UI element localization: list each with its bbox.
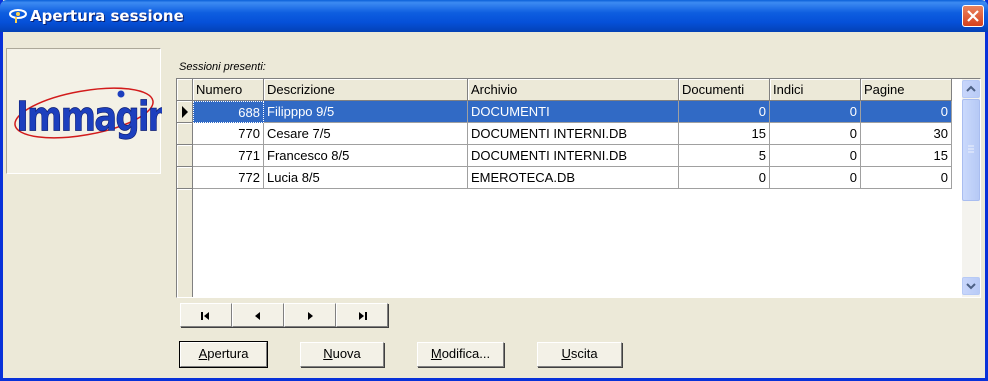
close-button[interactable]	[962, 5, 984, 27]
cell-archivio[interactable]: DOCUMENTI	[468, 101, 679, 123]
uscita-label: scita	[570, 346, 598, 361]
cell-indici[interactable]: 0	[770, 145, 861, 167]
logo-text: Immagina	[16, 92, 162, 140]
app-icon	[8, 8, 28, 24]
cell-documenti[interactable]: 0	[679, 101, 770, 123]
cell-numero[interactable]: 772	[193, 167, 264, 189]
cell-documenti[interactable]: 15	[679, 123, 770, 145]
cell-pagine[interactable]: 0	[861, 101, 952, 123]
modifica-label: odifica...	[441, 346, 491, 361]
cell-numero[interactable]: 770	[193, 123, 264, 145]
column-header-pagine[interactable]: Pagine	[861, 79, 952, 101]
column-header-archivio[interactable]: Archivio	[468, 79, 679, 101]
logo-panel: Immagina	[6, 48, 162, 174]
cell-descrizione[interactable]: Cesare 7/5	[264, 123, 468, 145]
chevron-down-icon	[963, 282, 979, 297]
cell-numero[interactable]: 688	[193, 101, 264, 123]
vertical-scrollbar[interactable]	[962, 79, 980, 297]
nuova-button[interactable]: Nuova	[300, 342, 384, 367]
cell-indici[interactable]: 0	[770, 167, 861, 189]
column-header-numero[interactable]: Numero	[193, 79, 264, 101]
immagina-logo: Immagina	[14, 87, 162, 140]
cell-descrizione[interactable]: Filipppo 9/5	[264, 101, 468, 123]
cell-documenti[interactable]: 0	[679, 167, 770, 189]
cell-pagine[interactable]: 0	[861, 167, 952, 189]
table-row[interactable]: 770 Cesare 7/5 DOCUMENTI INTERNI.DB 15 0 30	[177, 123, 962, 145]
cell-pagine[interactable]: 15	[861, 145, 952, 167]
nuova-label: uova	[332, 346, 361, 361]
last-record-button[interactable]	[336, 303, 388, 327]
grid-header: Numero Descrizione Archivio Documenti In…	[177, 79, 962, 101]
cell-documenti[interactable]: 5	[679, 145, 770, 167]
cell-archivio[interactable]: EMEROTECA.DB	[468, 167, 679, 189]
prev-record-button[interactable]	[232, 303, 284, 327]
uscita-button[interactable]: Uscita	[537, 342, 622, 367]
table-row[interactable]: 771 Francesco 8/5 DOCUMENTI INTERNI.DB 5 0 15	[177, 145, 962, 167]
chevron-up-icon	[963, 85, 979, 100]
scroll-up-button[interactable]	[962, 80, 980, 98]
uscita-accel: U	[561, 346, 571, 361]
first-record-button[interactable]	[180, 303, 232, 327]
table-row[interactable]: 772 Lucia 8/5 EMEROTECA.DB 0 0 0	[177, 167, 962, 189]
cell-pagine[interactable]: 30	[861, 123, 952, 145]
row-indicator[interactable]	[177, 101, 193, 123]
row-indicator[interactable]	[177, 167, 193, 189]
apertura-label: pertura	[207, 346, 249, 361]
column-header-descrizione[interactable]: Descrizione	[264, 79, 468, 101]
cell-archivio[interactable]: DOCUMENTI INTERNI.DB	[468, 123, 679, 145]
nuova-accel: N	[323, 346, 333, 361]
cell-descrizione[interactable]: Francesco 8/5	[264, 145, 468, 167]
column-header-documenti[interactable]: Documenti	[679, 79, 770, 101]
grip-icon	[963, 145, 979, 203]
cell-indici[interactable]: 0	[770, 101, 861, 123]
cell-indici[interactable]: 0	[770, 123, 861, 145]
title-bar[interactable]: Apertura sessione	[0, 0, 988, 32]
apertura-button[interactable]: Apertura	[179, 341, 268, 368]
window-title: Apertura sessione	[30, 7, 184, 25]
header-indicator	[177, 79, 193, 101]
sessions-label: Sessioni presenti:	[179, 61, 266, 73]
row-indicator[interactable]	[177, 145, 193, 167]
column-header-indici[interactable]: Indici	[770, 79, 861, 101]
cell-archivio[interactable]: DOCUMENTI INTERNI.DB	[468, 145, 679, 167]
cell-numero[interactable]: 771	[193, 145, 264, 167]
modifica-accel: M	[430, 346, 442, 361]
empty-indicator-area	[177, 189, 193, 297]
cell-descrizione[interactable]: Lucia 8/5	[264, 167, 468, 189]
sessions-grid[interactable]: Numero Descrizione Archivio Documenti In…	[176, 78, 981, 298]
next-record-button[interactable]	[284, 303, 336, 327]
scroll-down-button[interactable]	[962, 277, 980, 295]
dialog-window: Apertura sessione Immagina Sessioni pres…	[0, 0, 988, 381]
row-indicator[interactable]	[177, 123, 193, 145]
modifica-button[interactable]: Modifica...	[417, 342, 504, 367]
scroll-thumb[interactable]	[962, 99, 980, 201]
apertura-accel: A	[198, 346, 208, 361]
table-row[interactable]: 688 Filipppo 9/5 DOCUMENTI 0 0 0	[177, 101, 962, 123]
